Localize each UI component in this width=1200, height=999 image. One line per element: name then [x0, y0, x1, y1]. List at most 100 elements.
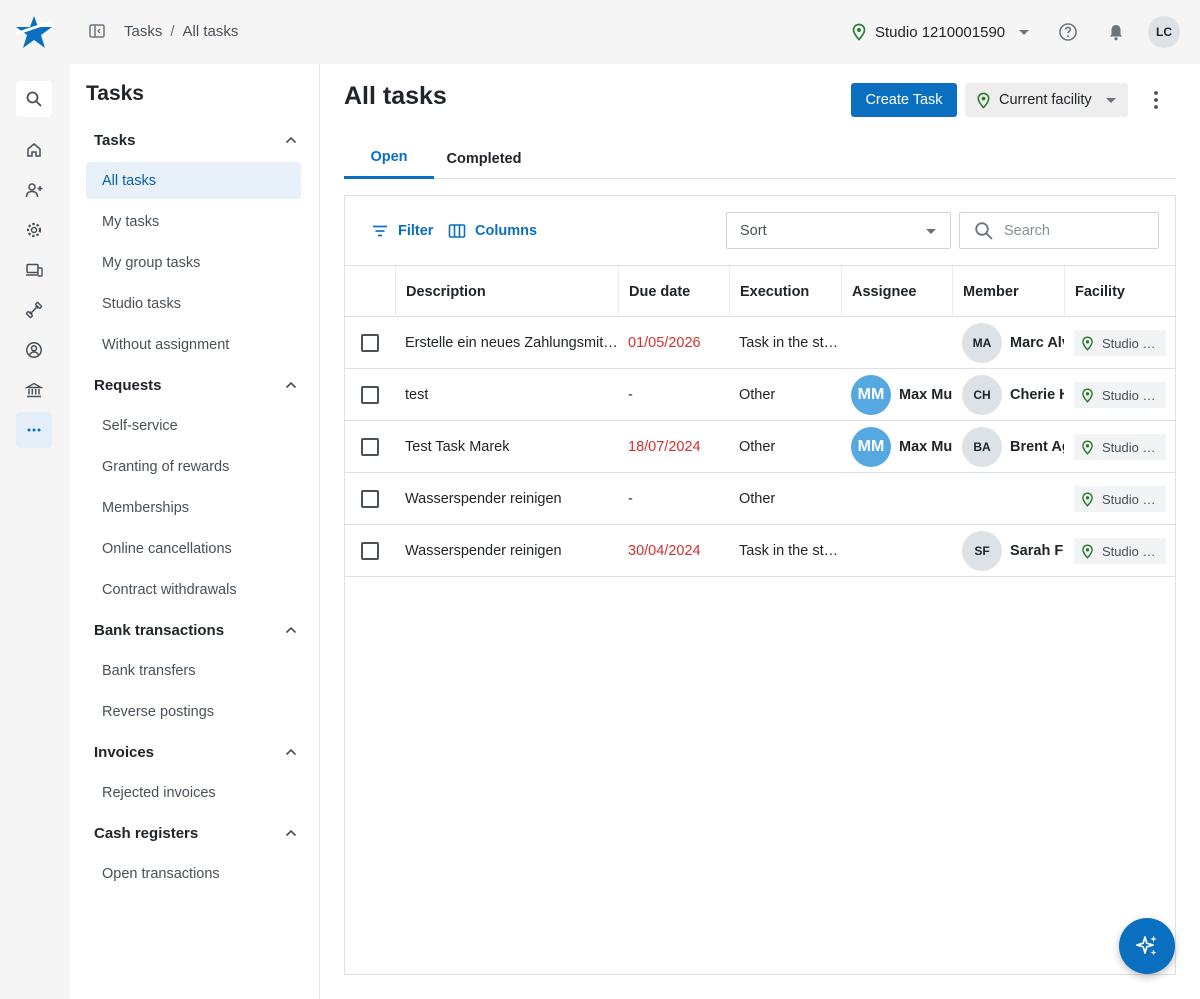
member-name[interactable]: Marc Alvarez [1010, 335, 1064, 351]
dumbbell-icon [25, 301, 43, 319]
section-tasks[interactable]: Tasks [86, 120, 301, 160]
row-checkbox[interactable] [361, 386, 379, 404]
sidebar-item-contract-withdrawals[interactable]: Contract withdrawals [86, 571, 301, 608]
member-avatar: CH [962, 375, 1002, 415]
table-row[interactable]: Wasserspender reinigen 30/04/2024 Task in … [345, 525, 1175, 577]
location-pin-icon [852, 23, 866, 41]
notification-bell-icon[interactable] [1106, 22, 1126, 42]
assignee-avatar: MM [851, 427, 891, 467]
breadcrumb: Tasks / All tasks [124, 23, 238, 40]
row-checkbox[interactable] [361, 490, 379, 508]
assignee-name[interactable]: Max Mustermann [899, 439, 952, 455]
chevron-up-icon [285, 136, 297, 144]
sidebar-item-reverse-postings[interactable]: Reverse postings [86, 693, 301, 730]
sidebar-item-rejected-invoices[interactable]: Rejected invoices [86, 774, 301, 811]
top-bar: Tasks / All tasks Studio 1210001590 LC [0, 0, 1200, 64]
column-header-member[interactable]: Member [952, 266, 1064, 317]
table-toolbar: Filter Columns Sort [345, 196, 1175, 266]
sidebar-title: Tasks [86, 82, 144, 105]
sidebar-item-memberships[interactable]: Memberships [86, 489, 301, 526]
more-vertical-icon[interactable] [1146, 88, 1166, 112]
location-pin-icon [1082, 543, 1093, 559]
studio-selector[interactable]: Studio 1210001590 [850, 20, 1030, 44]
help-icon[interactable] [1058, 22, 1078, 42]
sidebar-item-open-transactions[interactable]: Open transactions [86, 855, 301, 892]
cell-execution: Other [739, 387, 776, 403]
section-bank-transactions[interactable]: Bank transactions [86, 610, 301, 650]
table-row[interactable]: Wasserspender reinigen - Other Studio 12100… [345, 473, 1175, 525]
facility-chip: Studio 1210001590 [1074, 330, 1166, 356]
column-header-execution[interactable]: Execution [729, 266, 841, 317]
create-task-button[interactable]: Create Task [851, 83, 957, 117]
section-invoices[interactable]: Invoices [86, 732, 301, 772]
search-icon [975, 221, 993, 240]
table-row[interactable]: Erstelle ein neues Zahlungsmittel 01/05/2… [345, 317, 1175, 369]
cell-facility: Studio 1210001590 [1064, 369, 1175, 421]
ai-assistant-button[interactable] [1119, 918, 1175, 974]
rail-bank-button[interactable] [16, 372, 52, 408]
row-checkbox[interactable] [361, 438, 379, 456]
tab-open[interactable]: Open [344, 138, 434, 179]
sidebar-item-bank-transfers[interactable]: Bank transfers [86, 652, 301, 689]
rail-add-user-button[interactable] [16, 172, 52, 208]
cell-facility: Studio 1210001590 [1064, 421, 1175, 473]
table-row[interactable]: Test Task Marek 18/07/2024 Other MM Max Must… [345, 421, 1175, 473]
member-name[interactable]: Brent Agar [1010, 439, 1064, 455]
sidebar-item-my-tasks[interactable]: My tasks [86, 203, 301, 240]
facility-selector[interactable]: Current facility [965, 83, 1128, 117]
member-name[interactable]: Sarah Fields [1010, 543, 1064, 559]
sidebar-item-without-assignment[interactable]: Without assignment [86, 326, 301, 363]
rail-devices-button[interactable] [16, 252, 52, 288]
rail-home-button[interactable] [16, 132, 52, 168]
column-header-assignee[interactable]: Assignee [841, 266, 952, 317]
facility-chip: Studio 1210001590 [1074, 486, 1166, 512]
sidebar-item-studio-tasks[interactable]: Studio tasks [86, 285, 301, 322]
member-avatar: MA [962, 323, 1002, 363]
rail-settings-button[interactable] [16, 212, 52, 248]
breadcrumb-tasks[interactable]: Tasks [124, 23, 162, 40]
tab-completed[interactable]: Completed [434, 138, 534, 179]
cell-description: Wasserspender reinigen [405, 543, 562, 559]
search-input[interactable] [1004, 222, 1144, 239]
assignee-name[interactable]: Max Mustermann [899, 387, 952, 403]
rail-equipment-button[interactable] [16, 292, 52, 328]
section-requests[interactable]: Requests [86, 365, 301, 405]
sidebar-item-all-tasks[interactable]: All tasks [86, 162, 301, 199]
chevron-down-icon [1105, 97, 1116, 103]
rail-account-button[interactable] [16, 332, 52, 368]
sidebar-item-self-service[interactable]: Self-service [86, 407, 301, 444]
member-name[interactable]: Cherie Holt [1010, 387, 1064, 403]
section-label: Requests [94, 376, 162, 394]
app-logo-icon[interactable] [14, 14, 54, 50]
search-field[interactable] [959, 212, 1159, 249]
column-header-facility[interactable]: Facility [1064, 266, 1175, 317]
assignee-avatar: MM [851, 375, 891, 415]
sidebar-item-granting-of-rewards[interactable]: Granting of rewards [86, 448, 301, 485]
section-label: Cash registers [94, 824, 199, 842]
columns-button[interactable]: Columns [448, 220, 537, 242]
section-cash-registers[interactable]: Cash registers [86, 813, 301, 853]
row-checkbox[interactable] [361, 542, 379, 560]
filter-button[interactable]: Filter [371, 220, 433, 242]
rail-more-button[interactable] [16, 412, 52, 448]
column-header-due-date[interactable]: Due date [618, 266, 729, 317]
column-header-description[interactable]: Description [395, 266, 618, 317]
task-table: Filter Columns Sort Description Due date… [344, 195, 1176, 975]
sort-select[interactable]: Sort [726, 212, 951, 249]
chevron-up-icon [285, 748, 297, 756]
panel-toggle-icon[interactable] [88, 22, 106, 40]
cell-execution: Task in the studio [739, 543, 841, 559]
sidebar-item-online-cancellations[interactable]: Online cancellations [86, 530, 301, 567]
cell-description: test [405, 387, 429, 403]
location-pin-icon [1082, 439, 1093, 455]
member-avatar: BA [962, 427, 1002, 467]
tab-bar: Open Completed [344, 138, 1176, 179]
sidebar-item-my-group-tasks[interactable]: My group tasks [86, 244, 301, 281]
row-checkbox[interactable] [361, 334, 379, 352]
user-avatar[interactable]: LC [1148, 16, 1180, 48]
table-row[interactable]: test - Other MM Max Mustermann CH Cherie Holt S… [345, 369, 1175, 421]
filter-label: Filter [398, 223, 434, 239]
cell-facility: Studio 1210001590 [1064, 525, 1175, 577]
facility-chip: Studio 1210001590 [1074, 434, 1166, 460]
rail-search-button[interactable] [16, 81, 52, 117]
